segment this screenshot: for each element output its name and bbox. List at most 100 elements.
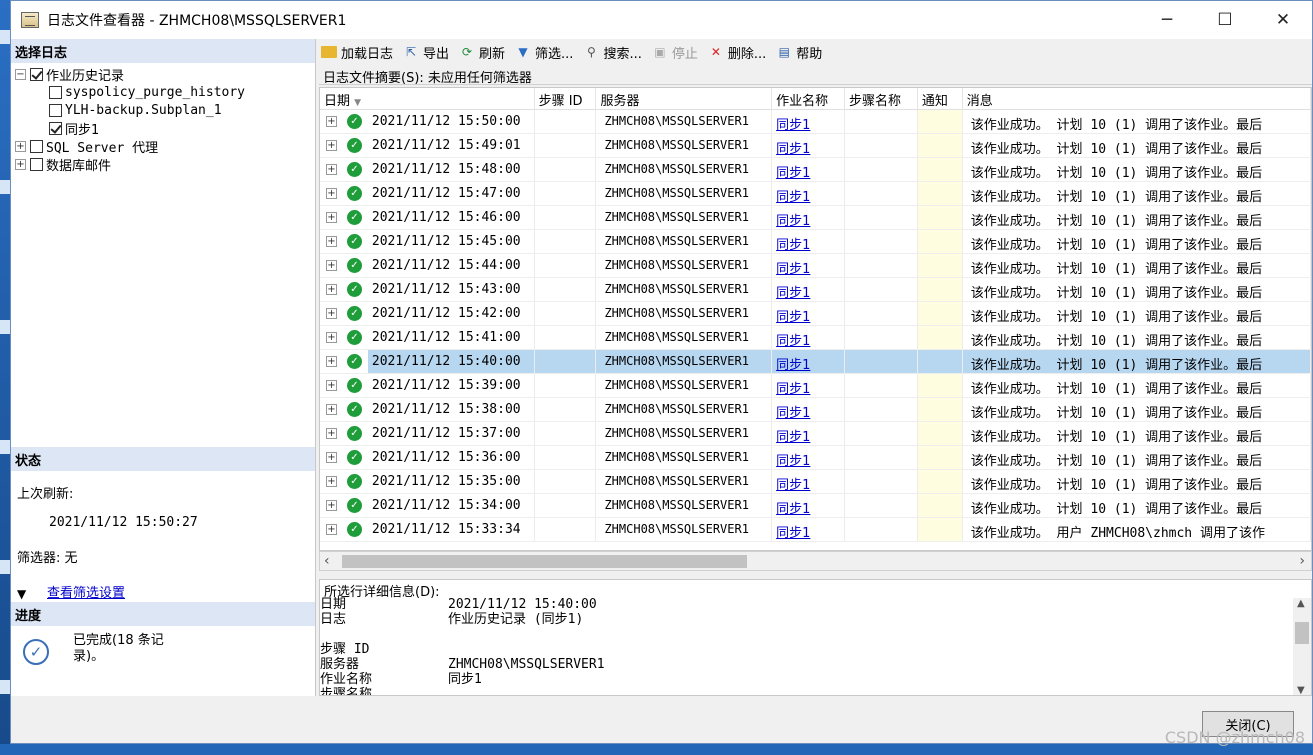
- table-row[interactable]: + ✓ 2021/11/12 15:47:00 ZHMCH08\MSSQLSERVER…: [320, 182, 1311, 206]
- collapse-icon[interactable]: −: [15, 68, 26, 80]
- row-expander[interactable]: + ✓: [320, 350, 368, 373]
- expand-icon[interactable]: +: [326, 380, 337, 391]
- job-link[interactable]: 同步1: [776, 478, 810, 493]
- job-3-checkbox[interactable]: [49, 121, 62, 135]
- job-link[interactable]: 同步1: [776, 526, 810, 541]
- tree-node-job-history[interactable]: − 作业历史记录: [15, 65, 315, 84]
- job-2-checkbox[interactable]: [49, 103, 62, 117]
- table-row[interactable]: + ✓ 2021/11/12 15:49:01 ZHMCH08\MSSQLSERVER…: [320, 134, 1311, 158]
- job-link[interactable]: 同步1: [776, 166, 810, 181]
- expand-icon[interactable]: +: [326, 188, 337, 199]
- help-button[interactable]: ▤ 帮助: [776, 43, 823, 62]
- job-link[interactable]: 同步1: [776, 358, 810, 373]
- job-link[interactable]: 同步1: [776, 502, 810, 517]
- expand-icon[interactable]: +: [326, 212, 337, 223]
- table-row[interactable]: + ✓ 2021/11/12 15:35:00 ZHMCH08\MSSQLSERVER…: [320, 470, 1311, 494]
- table-row[interactable]: + ✓ 2021/11/12 15:38:00 ZHMCH08\MSSQLSERVER…: [320, 398, 1311, 422]
- job-link[interactable]: 同步1: [776, 238, 810, 253]
- table-row[interactable]: + ✓ 2021/11/12 15:41:00 ZHMCH08\MSSQLSERVER…: [320, 326, 1311, 350]
- expand-icon[interactable]: +: [326, 284, 337, 295]
- expand-icon[interactable]: +: [326, 332, 337, 343]
- table-row[interactable]: + ✓ 2021/11/12 15:42:00 ZHMCH08\MSSQLSERVER…: [320, 302, 1311, 326]
- job-link[interactable]: 同步1: [776, 118, 810, 133]
- tree-node-db-mail[interactable]: + 数据库邮件: [15, 155, 315, 174]
- table-row[interactable]: + ✓ 2021/11/12 15:37:00 ZHMCH08\MSSQLSERVER…: [320, 422, 1311, 446]
- expand-icon[interactable]: +: [326, 500, 337, 511]
- table-row[interactable]: + ✓ 2021/11/12 15:36:00 ZHMCH08\MSSQLSERVER…: [320, 446, 1311, 470]
- col-date[interactable]: 日期 ▼: [320, 88, 535, 109]
- expand-icon[interactable]: +: [326, 476, 337, 487]
- job-link[interactable]: 同步1: [776, 310, 810, 325]
- table-row[interactable]: + ✓ 2021/11/12 15:33:34 ZHMCH08\MSSQLSERVER…: [320, 518, 1311, 542]
- tree-node-sql-agent[interactable]: + SQL Server 代理: [15, 137, 315, 156]
- expand-icon[interactable]: +: [326, 140, 337, 151]
- table-row[interactable]: + ✓ 2021/11/12 15:46:00 ZHMCH08\MSSQLSERVER…: [320, 206, 1311, 230]
- col-server[interactable]: 服务器: [596, 88, 773, 109]
- close-window-button[interactable]: ✕: [1254, 1, 1312, 39]
- row-expander[interactable]: + ✓: [320, 110, 368, 133]
- row-expander[interactable]: + ✓: [320, 398, 368, 421]
- expand-icon[interactable]: +: [326, 356, 337, 367]
- search-button[interactable]: ⚲ 搜索...: [583, 43, 642, 62]
- row-expander[interactable]: + ✓: [320, 278, 368, 301]
- tree-node-job-3[interactable]: 同步1: [15, 119, 315, 138]
- details-scroll-thumb[interactable]: [1295, 622, 1309, 644]
- job-link[interactable]: 同步1: [776, 454, 810, 469]
- expand-icon[interactable]: +: [326, 308, 337, 319]
- delete-button[interactable]: ✕ 删除...: [708, 43, 766, 62]
- row-expander[interactable]: + ✓: [320, 470, 368, 493]
- expand-icon[interactable]: +: [326, 452, 337, 463]
- job-link[interactable]: 同步1: [776, 430, 810, 445]
- export-button[interactable]: ⇱ 导出: [403, 43, 449, 62]
- job-link[interactable]: 同步1: [776, 334, 810, 349]
- job-link[interactable]: 同步1: [776, 382, 810, 397]
- db-mail-checkbox[interactable]: [30, 157, 43, 171]
- expand-icon[interactable]: +: [326, 116, 337, 127]
- refresh-button[interactable]: ⟳ 刷新: [459, 43, 505, 62]
- stop-button[interactable]: ▣ 停止: [652, 43, 698, 62]
- row-expander[interactable]: + ✓: [320, 446, 368, 469]
- job-link[interactable]: 同步1: [776, 286, 810, 301]
- col-step-id[interactable]: 步骤 ID: [535, 88, 597, 109]
- expand-icon[interactable]: +: [326, 404, 337, 415]
- table-row[interactable]: + ✓ 2021/11/12 15:43:00 ZHMCH08\MSSQLSERVER…: [320, 278, 1311, 302]
- horizontal-scrollbar[interactable]: ‹ ›: [319, 551, 1312, 571]
- table-row[interactable]: + ✓ 2021/11/12 15:34:00 ZHMCH08\MSSQLSERVER…: [320, 494, 1311, 518]
- row-expander[interactable]: + ✓: [320, 254, 368, 277]
- table-row[interactable]: + ✓ 2021/11/12 15:39:00 ZHMCH08\MSSQLSERVER…: [320, 374, 1311, 398]
- row-expander[interactable]: + ✓: [320, 206, 368, 229]
- scroll-left-icon[interactable]: ‹: [324, 553, 330, 569]
- row-expander[interactable]: + ✓: [320, 422, 368, 445]
- expand-icon[interactable]: +: [326, 236, 337, 247]
- scroll-thumb[interactable]: [342, 555, 747, 568]
- job-history-checkbox[interactable]: [30, 67, 43, 81]
- row-expander[interactable]: + ✓: [320, 494, 368, 517]
- col-notify[interactable]: 通知: [918, 88, 963, 109]
- row-expander[interactable]: + ✓: [320, 182, 368, 205]
- job-link[interactable]: 同步1: [776, 190, 810, 205]
- scroll-down-icon[interactable]: ▼: [1297, 685, 1305, 695]
- table-row[interactable]: + ✓ 2021/11/12 15:48:00 ZHMCH08\MSSQLSERVER…: [320, 158, 1311, 182]
- col-message[interactable]: 消息: [963, 88, 1311, 109]
- row-expander[interactable]: + ✓: [320, 134, 368, 157]
- col-job-name[interactable]: 作业名称: [772, 88, 845, 109]
- scroll-right-icon[interactable]: ›: [1299, 553, 1305, 569]
- table-row[interactable]: + ✓ 2021/11/12 15:50:00 ZHMCH08\MSSQLSERVER…: [320, 110, 1311, 134]
- expand-icon[interactable]: +: [326, 524, 337, 535]
- expand-icon[interactable]: +: [15, 158, 26, 170]
- row-expander[interactable]: + ✓: [320, 158, 368, 181]
- minimize-button[interactable]: ─: [1138, 1, 1196, 39]
- tree-node-job-2[interactable]: YLH-backup.Subplan_1: [15, 101, 315, 119]
- expand-icon[interactable]: +: [326, 260, 337, 271]
- job-link[interactable]: 同步1: [776, 262, 810, 277]
- row-expander[interactable]: + ✓: [320, 302, 368, 325]
- details-scrollbar[interactable]: ▲ ▼: [1293, 598, 1311, 695]
- expand-icon[interactable]: +: [326, 428, 337, 439]
- job-link[interactable]: 同步1: [776, 406, 810, 421]
- maximize-button[interactable]: ☐: [1196, 1, 1254, 39]
- row-expander[interactable]: + ✓: [320, 230, 368, 253]
- job-1-checkbox[interactable]: [49, 85, 62, 99]
- col-step-name[interactable]: 步骤名称: [845, 88, 918, 109]
- row-expander[interactable]: + ✓: [320, 326, 368, 349]
- job-link[interactable]: 同步1: [776, 214, 810, 229]
